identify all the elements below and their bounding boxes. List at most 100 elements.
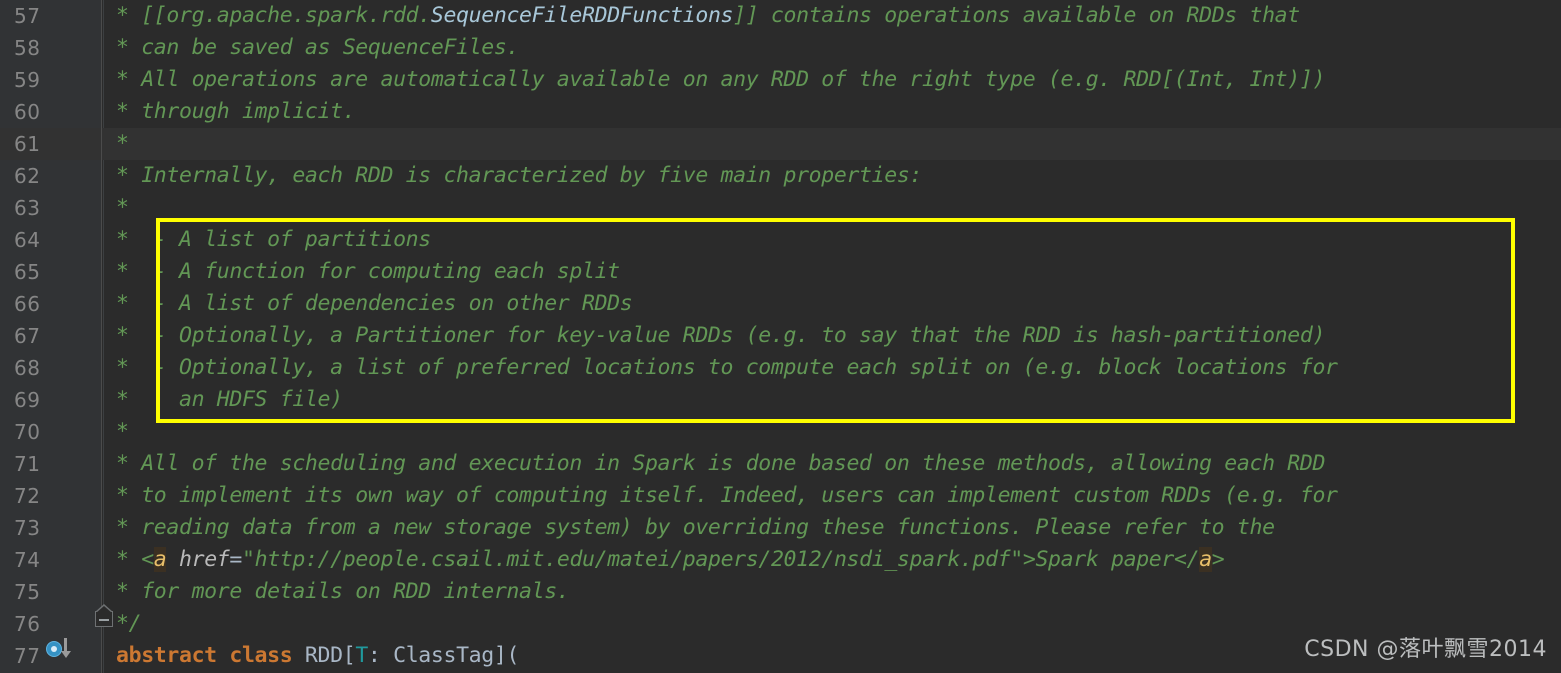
code-line-59[interactable]: * All operations are automatically avail… (102, 64, 1561, 96)
comment-text: * [[ (116, 3, 167, 28)
comment-text: * to implement its own way of computing … (116, 483, 1338, 508)
code-line-58[interactable]: * can be saved as SequenceFiles. (102, 32, 1561, 64)
equals-sign: = (229, 547, 243, 572)
line-number: 57 (14, 4, 41, 28)
code-line-72[interactable]: * to implement its own way of computing … (102, 480, 1561, 512)
comment-block-end: */ (116, 611, 142, 636)
comment-text: * an HDFS file) (116, 387, 343, 412)
gutter-row: 71 (0, 448, 101, 480)
comment-link-package: org.apache.spark.rdd. (166, 3, 431, 28)
gutter-row: 64 (0, 224, 101, 256)
code-line-71[interactable]: * All of the scheduling and execution in… (102, 448, 1561, 480)
line-number: 62 (14, 164, 41, 188)
code-line-75[interactable]: * for more details on RDD internals. (102, 576, 1561, 608)
line-number: 61 (14, 132, 41, 156)
keyword-abstract-class: abstract class (116, 643, 305, 668)
gutter-row: 69 (0, 384, 101, 416)
type-parameter-t: T (355, 643, 368, 668)
gutter-row: 66 (0, 288, 101, 320)
line-number: 60 (14, 100, 41, 124)
comment-text: * reading data from a new storage system… (116, 515, 1275, 540)
line-number: 63 (14, 196, 41, 220)
gutter-row: 76 (0, 608, 101, 640)
code-line-60[interactable]: * through implicit. (102, 96, 1561, 128)
comment-text: * - A list of dependencies on other RDDs (116, 291, 633, 316)
comment-text: * All of the scheduling and execution in… (116, 451, 1326, 476)
code-line-63[interactable]: * (102, 192, 1561, 224)
gutter-row: 65 (0, 256, 101, 288)
line-number: 58 (14, 36, 41, 60)
comment-text: * All operations are automatically avail… (116, 67, 1326, 92)
code-line-70[interactable]: * (102, 416, 1561, 448)
line-number: 73 (14, 516, 41, 540)
line-number: 74 (14, 548, 41, 572)
html-anchor-tag-open: a (153, 547, 167, 572)
anchor-text: >Spark paper</ (1022, 547, 1200, 572)
gutter-row: 62 (0, 160, 101, 192)
comment-text: * - Optionally, a Partitioner for key-va… (116, 323, 1326, 348)
line-number: 71 (14, 452, 41, 476)
line-number: 65 (14, 260, 41, 284)
line-number: 75 (14, 580, 41, 604)
line-number: 72 (14, 484, 41, 508)
line-number: 69 (14, 388, 41, 412)
comment-text: * < (116, 547, 154, 572)
code-line-66[interactable]: * - A list of dependencies on other RDDs (102, 288, 1561, 320)
line-number: 66 (14, 292, 41, 316)
gutter-row: 73 (0, 512, 101, 544)
gutter-row: 68 (0, 352, 101, 384)
gutter-row: 74 (0, 544, 101, 576)
line-number: 76 (14, 612, 41, 636)
comment-text: * (116, 131, 129, 156)
line-number: 67 (14, 324, 41, 348)
down-arrow-icon (60, 638, 71, 658)
comment-text: * through implicit. (116, 99, 356, 124)
comment-text: * - A function for computing each split (116, 259, 620, 284)
gutter-row: 67 (0, 320, 101, 352)
gutter-row: 70 (0, 416, 101, 448)
comment-text-tail: ]] contains operations available on RDDs… (733, 3, 1300, 28)
gutter-row-current: 61 (0, 128, 101, 160)
line-number: 64 (14, 228, 41, 252)
html-href-attribute: href (179, 547, 230, 572)
gutter-row: 72 (0, 480, 101, 512)
code-line-61[interactable]: * (102, 128, 1561, 160)
gutter-row: 59 (0, 64, 101, 96)
line-number-gutter: 57 58 59 60 61 62 63 64 65 66 67 68 69 7… (0, 0, 102, 673)
class-signature-tail: : ClassTag]( (367, 643, 520, 668)
comment-text: * Internally, each RDD is characterized … (116, 163, 923, 188)
code-line-68[interactable]: * - Optionally, a list of preferred loca… (102, 352, 1561, 384)
line-number: 70 (14, 420, 41, 444)
code-line-65[interactable]: * - A function for computing each split (102, 256, 1561, 288)
csdn-watermark: CSDN @落叶飘雪2014 (1304, 637, 1547, 662)
code-editor: 57 58 59 60 61 62 63 64 65 66 67 68 69 7… (0, 0, 1561, 673)
comment-text: * for more details on RDD internals. (116, 579, 570, 604)
code-line-74[interactable]: * <a href="http://people.csail.mit.edu/m… (102, 544, 1561, 576)
code-line-67[interactable]: * - Optionally, a Partitioner for key-va… (102, 320, 1561, 352)
gutter-row: 75 (0, 576, 101, 608)
code-line-73[interactable]: * reading data from a new storage system… (102, 512, 1561, 544)
code-line-64[interactable]: * - A list of partitions (102, 224, 1561, 256)
implementation-marker-icon[interactable] (46, 638, 80, 660)
comment-link-type: SequenceFileRDDFunctions (430, 3, 734, 28)
gutter-row: 57 (0, 0, 101, 32)
comment-text: * - Optionally, a list of preferred loca… (116, 355, 1338, 380)
line-number: 59 (14, 68, 41, 92)
href-url-value: "http://people.csail.mit.edu/matei/paper… (242, 547, 1023, 572)
gutter-row: 58 (0, 32, 101, 64)
gutter-row: 63 (0, 192, 101, 224)
code-line-57[interactable]: * [[org.apache.spark.rdd.SequenceFileRDD… (102, 0, 1561, 32)
html-anchor-tag-close: a (1199, 547, 1212, 572)
gutter-row: 60 (0, 96, 101, 128)
line-number: 68 (14, 356, 41, 380)
comment-text: * (116, 419, 129, 444)
comment-text: * can be saved as SequenceFiles. (116, 35, 520, 60)
code-line-69[interactable]: * an HDFS file) (102, 384, 1561, 416)
code-line-62[interactable]: * Internally, each RDD is characterized … (102, 160, 1561, 192)
class-name-rdd: RDD[ (304, 643, 356, 668)
tag-close-bracket: > (1211, 547, 1225, 572)
comment-text: * - A list of partitions (116, 227, 431, 252)
comment-text: * (116, 195, 129, 220)
code-content[interactable]: * [[org.apache.spark.rdd.SequenceFileRDD… (102, 0, 1561, 673)
